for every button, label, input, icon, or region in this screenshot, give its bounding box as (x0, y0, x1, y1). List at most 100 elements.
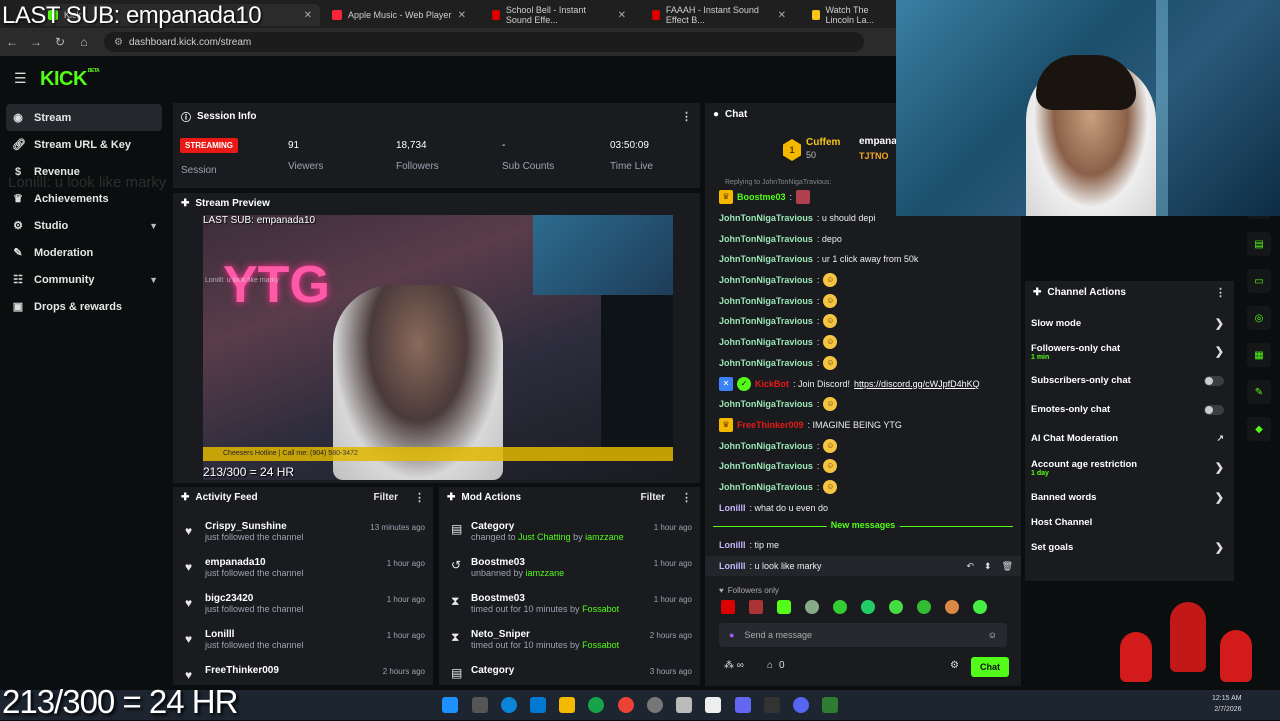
chat-user[interactable]: KickBot (755, 379, 789, 389)
forward-icon[interactable]: → (24, 35, 48, 49)
site-info-icon[interactable]: ⚙ (114, 37, 123, 48)
chat-user[interactable]: Lonilll (719, 561, 746, 571)
chat-message[interactable]: JohnTonNigaTravious: ☺ (705, 290, 1021, 311)
chat-user[interactable]: JohnTonNigaTravious (719, 316, 813, 326)
browser-tab[interactable]: FAAAH - Instant Sound Effect B... ✕ (644, 4, 794, 26)
chat-user[interactable]: Lonilll (719, 503, 746, 513)
chat-message[interactable]: ♛ FreeThinker009: IMAGINE BEING YTG (705, 415, 1021, 436)
activity-user[interactable]: bigc23420 (205, 593, 304, 604)
mod-actor[interactable]: iamzzane (585, 532, 624, 542)
layers-icon[interactable]: ◆ (1247, 417, 1271, 441)
chat-message[interactable]: JohnTonNigaTravious: ur 1 click away fro… (705, 249, 1021, 270)
chrome-icon[interactable] (618, 697, 634, 713)
discord-icon[interactable] (793, 697, 809, 713)
home-icon[interactable]: ⌂ (72, 35, 96, 49)
mod-category[interactable]: Just Chatting (518, 532, 571, 542)
chat-message[interactable]: Lonilll: tip me (705, 535, 1021, 556)
emote-icon[interactable] (805, 600, 819, 614)
subscribers-only-toggle[interactable] (1204, 375, 1224, 386)
folder-icon[interactable] (559, 697, 575, 713)
kebab-menu-icon[interactable]: ⋮ (681, 110, 692, 123)
kick-logo[interactable]: KICKBETA (40, 68, 100, 91)
browser-tab[interactable]: Apple Music - Web Player ✕ (324, 4, 474, 26)
chat-settings-group-icon[interactable]: ⁂ ∞ (724, 660, 744, 671)
chat-user[interactable]: JohnTonNigaTravious (719, 461, 813, 471)
chat-user[interactable]: Lonilll (719, 540, 746, 550)
chat-user[interactable]: JohnTonNigaTravious (719, 234, 813, 244)
pinned-gifter-2[interactable]: empana (859, 136, 897, 147)
chat-user[interactable]: JohnTonNigaTravious (719, 482, 813, 492)
chat-link[interactable]: https://discord.gg/cWJpfD4hKQ (854, 379, 980, 389)
activity-user[interactable]: Lonilll (205, 629, 304, 640)
pin-icon[interactable]: ⬍ (984, 561, 992, 572)
emote-icon[interactable] (721, 600, 735, 614)
emote-icon[interactable] (973, 600, 987, 614)
chat-message[interactable]: JohnTonNigaTravious: ☺ (705, 332, 1021, 353)
mod-target[interactable]: Boostme03 (471, 557, 564, 568)
chat-user[interactable]: JohnTonNigaTravious (719, 441, 813, 451)
emote-icon[interactable] (777, 600, 791, 614)
emoji-picker-icon[interactable]: ☺ (988, 630, 997, 640)
stream-preview-video[interactable]: LAST SUB: empanada10 YTG Lonilll: u look… (203, 215, 673, 480)
chat-message[interactable]: JohnTonNigaTravious: ☺ (705, 353, 1021, 374)
emote-icon[interactable] (833, 600, 847, 614)
chat-user[interactable]: JohnTonNigaTravious (719, 399, 813, 409)
chat-input[interactable]: ● Send a message ☺ (719, 623, 1007, 647)
mod-actor[interactable]: Fossabot (582, 640, 619, 650)
emotes-only-toggle[interactable] (1204, 404, 1224, 415)
chat-message[interactable]: JohnTonNigaTravious: ☺ (705, 435, 1021, 456)
browser-tab[interactable]: School Bell - Instant Sound Effe... ✕ (484, 4, 634, 26)
emotes-only-row[interactable]: Emotes-only chat (1025, 393, 1234, 426)
ai-moderation-row[interactable]: AI Chat Moderation ↗ (1025, 426, 1234, 451)
chat-message[interactable]: JohnTonNigaTravious: ☺ (705, 477, 1021, 498)
app-icon[interactable] (764, 697, 780, 713)
emote-icon[interactable] (889, 600, 903, 614)
outlook-icon[interactable] (530, 697, 546, 713)
mod-target[interactable]: Boostme03 (471, 593, 619, 604)
kebab-menu-icon[interactable]: ⋮ (414, 491, 425, 504)
activity-user[interactable]: Crispy_Sunshine (205, 521, 304, 532)
chat-message[interactable]: JohnTonNigaTravious: ☺ (705, 270, 1021, 291)
close-icon[interactable]: ✕ (778, 10, 786, 21)
browser-tab[interactable]: Watch The Lincoln La... (804, 4, 904, 26)
close-icon[interactable]: ✕ (618, 10, 626, 21)
sidebar-item-studio[interactable]: ⚙ Studio ▼ (0, 212, 168, 239)
chat-user[interactable]: JohnTonNigaTravious (719, 296, 813, 306)
chat-message[interactable]: JohnTonNigaTravious: ☺ (705, 456, 1021, 477)
sidebar-item-moderation[interactable]: ✎ Moderation (0, 239, 168, 266)
subscribers-only-row[interactable]: Subscribers-only chat (1025, 368, 1234, 393)
file-explorer-icon[interactable] (472, 697, 488, 713)
pinned-gifter[interactable]: Cuffem (806, 137, 840, 148)
activity-user[interactable]: FreeThinker009 (205, 665, 279, 676)
close-icon[interactable]: ✕ (304, 10, 312, 21)
chat-settings-icon[interactable]: ⚙ (950, 660, 959, 671)
activity-user[interactable]: empanada10 (205, 557, 304, 568)
slow-mode-row[interactable]: Slow mode ❯ (1025, 311, 1234, 336)
chat-message[interactable]: JohnTonNigaTravious: ☺ (705, 394, 1021, 415)
layout-icon[interactable]: ▦ (1247, 343, 1271, 367)
mod-target[interactable]: Category (471, 665, 514, 676)
app-icon[interactable] (705, 697, 721, 713)
kebab-menu-icon[interactable]: ⋮ (681, 491, 692, 504)
sidebar-item-stream[interactable]: ◉ Stream (6, 104, 162, 131)
chat-message[interactable]: Lonilll: what do u even do (705, 497, 1021, 518)
banned-words-row[interactable]: Banned words ❯ (1025, 485, 1234, 510)
chat-message[interactable]: ✕ ✓ KickBot: Join Discord! https://discord… (705, 373, 1021, 394)
mod-target[interactable]: Neto_Sniper (471, 629, 619, 640)
mic-icon[interactable]: ● (729, 630, 734, 640)
store-counter[interactable]: ⌂ 0 (767, 660, 785, 671)
calculator-icon[interactable] (676, 697, 692, 713)
broadcast-icon[interactable]: ◎ (1247, 306, 1271, 330)
hamburger-menu-icon[interactable]: ☰ (14, 70, 27, 87)
xbox-icon[interactable] (588, 697, 604, 713)
chat-user[interactable]: Boostme03 (737, 192, 786, 202)
chat-message[interactable]: JohnTonNigaTravious: depo (705, 228, 1021, 249)
back-icon[interactable]: ← (0, 35, 24, 49)
mod-target[interactable]: Category (471, 521, 624, 532)
mod-actor[interactable]: iamzzane (526, 568, 565, 578)
chat-user[interactable]: JohnTonNigaTravious (719, 254, 813, 264)
chat-user[interactable]: JohnTonNigaTravious (719, 337, 813, 347)
followers-only-row[interactable]: Followers-only chat 1 min ❯ (1025, 336, 1234, 368)
sidebar-item-stream-url[interactable]: 🔗︎ Stream URL & Key (0, 131, 168, 158)
emote-icon[interactable] (861, 600, 875, 614)
